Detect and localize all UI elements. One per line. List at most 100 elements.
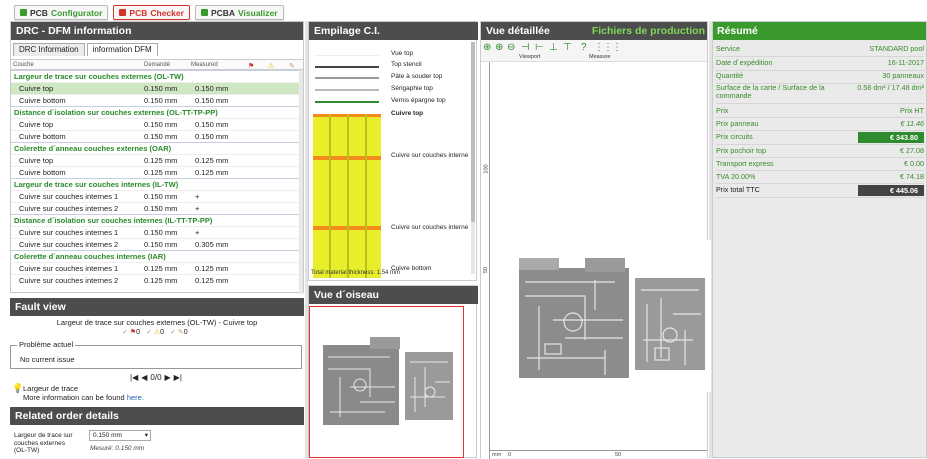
flag-icon[interactable]: ⚑: [248, 62, 254, 70]
current-issue-value: No current issue: [20, 355, 75, 364]
summary-row-circuit-price: Prix circuits € 343.80: [716, 132, 924, 145]
flag-counter[interactable]: ✓ ⚑0: [122, 328, 140, 336]
last-page-icon[interactable]: ▶|: [174, 373, 182, 382]
layer-line-view-top: [315, 55, 379, 56]
summary-row-total: Prix total TTC € 445.06: [716, 185, 924, 198]
configurator-icon: [20, 9, 27, 16]
related-title: Related order details: [10, 407, 304, 425]
stack-scrollbar[interactable]: [471, 42, 475, 274]
fault-panel: Fault view Largeur de trace sur couches …: [10, 298, 304, 402]
pan-right-icon[interactable]: ⊢: [535, 42, 544, 53]
current-issue-legend: Problème actuel: [17, 340, 76, 349]
viewport-label: Viewport: [519, 54, 541, 60]
col-couche: Couche: [13, 62, 34, 68]
drc-group-header: Colerette d´anneau couches internes (IAR…: [11, 250, 303, 262]
stackup-graphic: [313, 114, 381, 278]
drc-table-row[interactable]: Cuivre bottom 0.150 mm 0.150 mm: [11, 94, 303, 106]
detail-title: Vue détaillée Fichiers de production: [481, 22, 707, 40]
layer-label: Cuivre sur couches interne: [391, 152, 469, 159]
hint-link[interactable]: here.: [127, 393, 144, 402]
drc-table-row[interactable]: Cuivre sur couches internes 1 0.125 mm 0.1…: [11, 262, 303, 274]
hint-text: More information can be found: [23, 393, 127, 402]
drc-group-header: Distance d´isolation sur couches interne…: [11, 214, 303, 226]
wrench-counter[interactable]: ✓ ✎0: [170, 328, 188, 336]
tab-pcb-configurator[interactable]: PCB Configurator: [14, 5, 109, 20]
top-tabs: PCB Configurator PCB Checker PCBA Visualize…: [14, 5, 284, 21]
col-demande: Demandé: [144, 62, 171, 68]
detail-toolbar: ⊕ ⊕ ⊖ ⊣ ⊢ ⊥ ⊤ Viewport ? ⋮⋮⋮ Measure: [481, 40, 707, 62]
tab-pcba-visualizer[interactable]: PCBA Visualizer: [194, 5, 284, 20]
drc-table-row[interactable]: Cuivre sur couches internes 1 0.150 mm +: [11, 190, 303, 202]
pcb-canvas[interactable]: [505, 240, 711, 392]
first-page-icon[interactable]: |◀: [130, 373, 138, 382]
summary-row-service: Service STANDARD pool: [716, 44, 924, 57]
drc-table-row[interactable]: Cuivre bottom 0.150 mm 0.150 mm: [11, 130, 303, 142]
warning-icon[interactable]: ⚠: [268, 62, 274, 70]
zoom-out-icon[interactable]: ⊖: [507, 42, 515, 53]
pan-up-icon[interactable]: ⊥: [549, 42, 558, 53]
drc-table-row[interactable]: Cuivre top 0.125 mm 0.125 mm: [11, 154, 303, 166]
production-files-link[interactable]: Fichiers de production: [592, 22, 705, 40]
zoom-fit-icon[interactable]: ⊕: [483, 42, 491, 53]
drc-table-row[interactable]: Cuivre bottom 0.125 mm 0.125 mm: [11, 166, 303, 178]
drc-table-row[interactable]: Cuivre top 0.150 mm 0.150 mm: [11, 118, 303, 130]
bird-title: Vue d´oiseau: [309, 286, 478, 304]
row-measured: 0.125 mm: [195, 276, 229, 285]
pan-left-icon[interactable]: ⊣: [521, 42, 530, 53]
related-measured: Mesuré: 0.150 mm: [90, 445, 145, 452]
related-select[interactable]: 0.150 mm ▾: [89, 430, 151, 441]
related-label: Largeur de trace sur couches externes (O…: [14, 432, 73, 454]
summary-row-vat: TVA 20.00% € 74.18: [716, 172, 924, 184]
drc-table-row[interactable]: Cuivre top 0.150 mm 0.150 mm: [11, 82, 303, 94]
drc-group-header: Largeur de trace sur couches internes (I…: [11, 178, 303, 190]
layer-line-mask: [315, 101, 379, 103]
pan-down-icon[interactable]: ⊤: [563, 42, 572, 53]
visualizer-icon: [200, 9, 208, 16]
drc-group-header: Colerette d´anneau couches externes (OAR…: [11, 142, 303, 154]
next-page-icon[interactable]: ▶: [165, 373, 171, 382]
hint-title: Largeur de trace: [23, 384, 79, 393]
bird-panel: Vue d´oiseau: [308, 285, 478, 458]
summary-row-surface: Surface de la carte / Surface de la comm…: [716, 84, 924, 104]
fault-title: Fault view: [10, 298, 304, 316]
help-icon[interactable]: ?: [581, 42, 587, 53]
pcb-render: [519, 258, 705, 378]
measure-icon[interactable]: ⋮⋮⋮: [594, 42, 622, 53]
drc-table-row[interactable]: Cuivre sur couches internes 2 0.150 mm +: [11, 202, 303, 214]
checker-icon: [119, 9, 127, 16]
drc-table-row[interactable]: Cuivre sur couches internes 2 0.125 mm 0.1…: [11, 274, 303, 286]
drc-table-body: Largeur de trace sur couches externes (O…: [11, 70, 303, 294]
layer-line-paste: [315, 77, 379, 79]
detail-panel: Vue détaillée Fichiers de production ⊕ ⊕ …: [480, 21, 711, 459]
lightbulb-icon: 💡: [12, 383, 24, 393]
bird-viewport[interactable]: [309, 306, 464, 458]
row-requested: 0.125 mm: [144, 276, 178, 285]
drc-title: DRC - DFM information: [11, 22, 303, 40]
warning-counter[interactable]: ✓ ⚠0: [146, 328, 164, 336]
total-thickness: Total material thickness: 1.54 mm: [311, 270, 401, 276]
zoom-in-icon[interactable]: ⊕: [495, 42, 503, 53]
fault-counters: ✓ ⚑0 ✓ ⚠0 ✓ ✎0: [122, 328, 188, 336]
prev-page-icon[interactable]: ◀: [141, 373, 147, 382]
layer-label: Top stencil: [391, 61, 422, 68]
summary-row-stencil-price: Prix pochoir top € 27.08: [716, 146, 924, 158]
col-measured: Measured: [191, 62, 218, 68]
tab-pcb-checker[interactable]: PCB Checker: [113, 5, 190, 20]
vertical-ruler: 100 50: [481, 62, 490, 459]
stack-title: Empilage C.I.: [309, 22, 478, 40]
tab-drc-information[interactable]: DRC Information: [13, 43, 85, 56]
drc-group-header: Largeur de trace sur couches externes (O…: [11, 70, 303, 82]
drc-group-header: Distance d´isolation sur couches externe…: [11, 106, 303, 118]
drc-table-row[interactable]: Cuivre sur couches internes 1 0.150 mm +: [11, 226, 303, 238]
layer-label: Vue top: [391, 50, 414, 57]
drc-table-row[interactable]: Cuivre sur couches internes 2 0.150 mm 0.3…: [11, 238, 303, 250]
chevron-down-icon: ▾: [144, 432, 148, 439]
wrench-icon[interactable]: ✎: [289, 62, 295, 70]
layer-label: Vernis épargne top: [391, 97, 446, 104]
layer-line-silk: [315, 89, 379, 91]
fault-pager: |◀ ◀ 0/0 ▶ ▶|: [130, 373, 182, 382]
drc-scrollbar[interactable]: [299, 70, 303, 294]
layer-label: Cuivre sur couches interne: [391, 224, 469, 231]
stack-panel: Empilage C.I. Vue top Top stencil Pâte à…: [308, 21, 478, 281]
tab-dfm-information[interactable]: information DFM: [86, 43, 158, 56]
